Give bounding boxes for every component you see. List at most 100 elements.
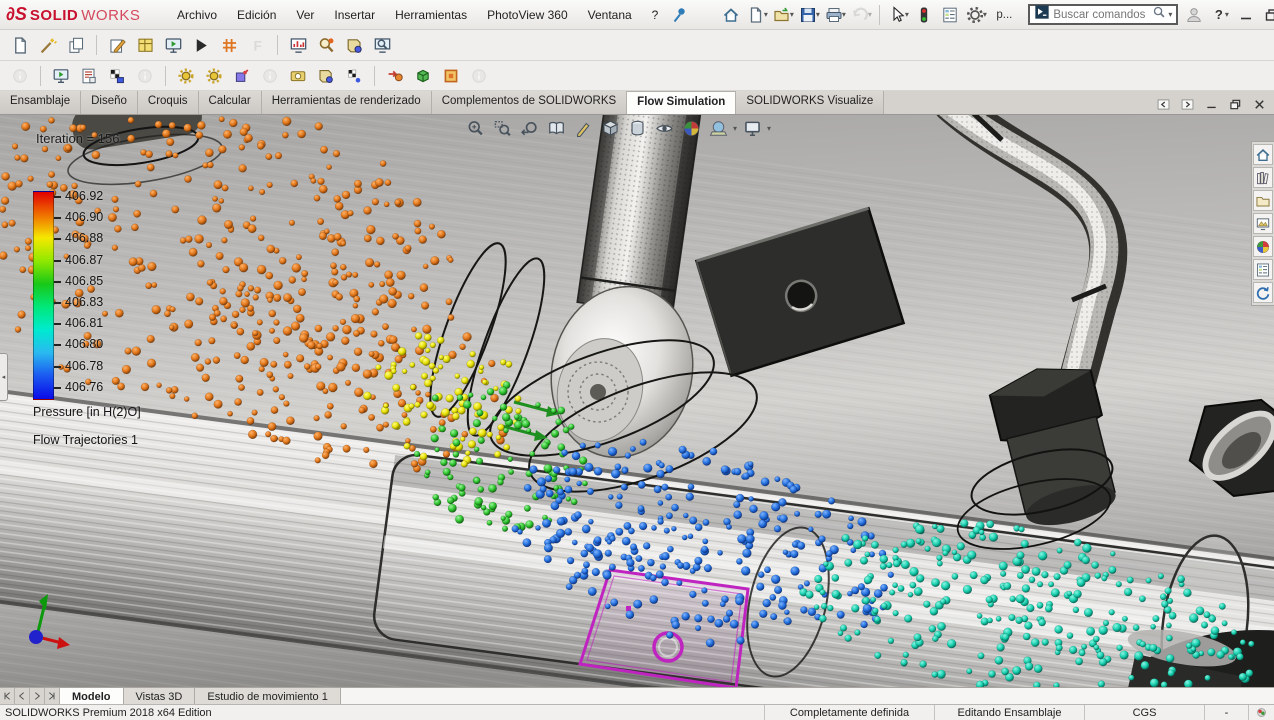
model-tab-estudio-de-movimiento-1[interactable]: Estudio de movimiento 1 <box>195 688 341 704</box>
cut-plot-cube-icon[interactable] <box>411 64 435 88</box>
restore-window-icon[interactable] <box>1260 3 1274 27</box>
apply-scene-icon[interactable] <box>707 118 730 139</box>
component-control-icon[interactable] <box>133 33 157 57</box>
menu-insertar[interactable]: Insertar <box>325 4 384 26</box>
view-orientation-icon[interactable] <box>599 118 622 139</box>
mesh-gear-a-icon[interactable] <box>174 64 198 88</box>
select-cursor-icon[interactable]: ▾ <box>886 3 910 27</box>
tab-solidworks-visualize[interactable]: SOLIDWORKS Visualize <box>736 91 885 114</box>
view-settings-caret-icon[interactable]: ▾ <box>767 124 771 133</box>
new-document-icon[interactable] <box>8 33 32 57</box>
tab-herramientas-de-renderizado[interactable]: Herramientas de renderizado <box>261 91 432 114</box>
sketch-tools-icon[interactable] <box>572 118 595 139</box>
custom-properties-icon[interactable] <box>1253 259 1273 280</box>
file-explorer-icon[interactable] <box>1253 190 1273 211</box>
results-document-icon[interactable] <box>77 64 101 88</box>
general-settings-icon[interactable] <box>105 33 129 57</box>
goal-flag-dots-icon[interactable] <box>342 64 366 88</box>
model-tab-vistas-3d[interactable]: Vistas 3D <box>123 688 196 704</box>
view-settings-icon[interactable] <box>741 118 764 139</box>
search-input[interactable] <box>1053 8 1150 21</box>
undo-caret-icon[interactable]: ▾ <box>868 10 872 19</box>
next-tab-button[interactable] <box>30 688 45 704</box>
run-solver-icon[interactable] <box>189 33 213 57</box>
previous-document-button[interactable] <box>1152 94 1174 114</box>
menu-edici-n[interactable]: Edición <box>228 4 285 26</box>
probe-cube-pin-icon[interactable] <box>230 64 254 88</box>
options-gear-icon[interactable]: ▾ <box>964 3 988 27</box>
graphics-area[interactable] <box>0 115 1274 687</box>
first-tab-button[interactable] <box>0 688 15 704</box>
last-tab-button[interactable] <box>45 688 60 704</box>
results-summary-icon[interactable] <box>342 33 366 57</box>
search-caret-icon[interactable]: ▾ <box>1168 10 1172 19</box>
menu-herramientas[interactable]: Herramientas <box>386 4 476 26</box>
goals-grid-icon[interactable] <box>217 33 241 57</box>
display-style-icon[interactable] <box>626 118 649 139</box>
tab-dise-o[interactable]: Diseño <box>81 91 138 114</box>
search-magnifier-icon[interactable] <box>1152 5 1166 24</box>
menu-archivo[interactable]: Archivo <box>168 4 226 26</box>
run-preview-monitor-icon[interactable] <box>161 33 185 57</box>
wizard-wand-icon[interactable] <box>36 33 60 57</box>
edit-appearance-icon[interactable] <box>680 118 703 139</box>
home-icon[interactable] <box>719 3 743 27</box>
user-account-icon[interactable] <box>1182 3 1206 27</box>
menu-ventana[interactable]: Ventana <box>579 4 641 26</box>
select-cursor-caret-icon[interactable]: ▾ <box>905 10 909 19</box>
minimize-document-button[interactable] <box>1200 94 1222 114</box>
open-document-caret-icon[interactable]: ▾ <box>790 10 794 19</box>
next-document-button[interactable] <box>1176 94 1198 114</box>
help-icon[interactable]: ? ▾ <box>1208 3 1232 27</box>
tab-calcular[interactable]: Calcular <box>198 91 262 114</box>
close-document-button[interactable] <box>1248 94 1270 114</box>
zoom-to-area-icon[interactable] <box>491 118 514 139</box>
overflow-label[interactable]: p... <box>996 9 1012 21</box>
hide-show-items-icon[interactable] <box>653 118 676 139</box>
solidworks-forum-icon[interactable] <box>1253 282 1273 303</box>
traffic-light-icon[interactable] <box>912 3 936 27</box>
featuremanager-flyout-tab[interactable]: ◂ <box>0 353 8 401</box>
new-document-caret-icon[interactable]: ▾ <box>764 10 768 19</box>
mesh-gear-b-icon[interactable] <box>202 64 226 88</box>
tab-croquis[interactable]: Croquis <box>137 91 199 114</box>
solidworks-resources-icon[interactable] <box>1253 144 1273 165</box>
report-book-icon[interactable] <box>314 64 338 88</box>
menu-ver[interactable]: Ver <box>287 4 323 26</box>
save-caret-icon[interactable]: ▾ <box>816 10 820 19</box>
status-extra[interactable]: - <box>1204 705 1248 720</box>
surface-plot-icon[interactable] <box>439 64 463 88</box>
clone-project-icon[interactable] <box>64 33 88 57</box>
previous-view-icon[interactable] <box>518 118 541 139</box>
section-view-icon[interactable] <box>545 118 568 139</box>
print-icon[interactable]: ▾ <box>823 3 847 27</box>
results-viewer-icon[interactable] <box>370 33 394 57</box>
help-caret-icon[interactable]: ▾ <box>1225 10 1229 19</box>
options-gear-caret-icon[interactable]: ▾ <box>983 10 987 19</box>
save-icon[interactable]: ▾ <box>797 3 821 27</box>
print-caret-icon[interactable]: ▾ <box>842 10 846 19</box>
apply-scene-caret-icon[interactable]: ▾ <box>733 124 737 133</box>
capture-image-icon[interactable] <box>286 64 310 88</box>
menu-photoview-360[interactable]: PhotoView 360 <box>478 4 577 26</box>
new-document-icon[interactable]: ▾ <box>745 3 769 27</box>
appearances-scenes-icon[interactable] <box>1253 236 1273 257</box>
tab-complementos-de-solidworks[interactable]: Complementos de SOLIDWORKS <box>431 91 628 114</box>
previous-tab-button[interactable] <box>15 688 30 704</box>
minimize-window-icon[interactable] <box>1234 3 1258 27</box>
status-ball-icon[interactable] <box>1248 705 1274 720</box>
restore-document-button[interactable] <box>1224 94 1246 114</box>
open-document-icon[interactable]: ▾ <box>771 3 795 27</box>
goal-flag-cube-icon[interactable] <box>105 64 129 88</box>
display-pane-icon[interactable] <box>938 3 962 27</box>
flow-trajectories-icon[interactable] <box>383 64 407 88</box>
load-results-icon[interactable] <box>314 33 338 57</box>
menu--[interactable]: ? <box>643 4 668 26</box>
monitor-results-icon[interactable] <box>286 33 310 57</box>
tab-ensamblaje[interactable]: Ensamblaje <box>0 91 82 114</box>
model-tab-modelo[interactable]: Modelo <box>60 688 124 704</box>
zoom-to-fit-icon[interactable] <box>464 118 487 139</box>
pin-icon[interactable] <box>671 3 689 27</box>
design-library-icon[interactable] <box>1253 167 1273 188</box>
preview-monitor-icon[interactable] <box>49 64 73 88</box>
